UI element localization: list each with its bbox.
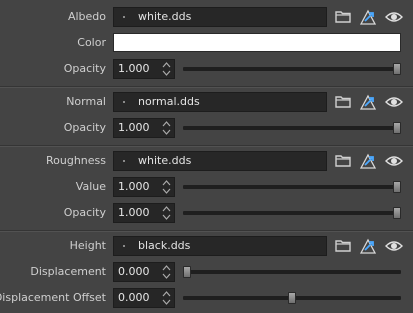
- displacement-offset-label: Displacement Offset: [0, 291, 106, 304]
- reload-icon[interactable]: [358, 151, 378, 171]
- spin-up-icon[interactable]: [162, 264, 171, 272]
- value-label: Value: [75, 180, 106, 193]
- folder-icon[interactable]: [333, 92, 353, 112]
- opacity-spinbox[interactable]: 1.000: [113, 118, 175, 138]
- spin-down-icon[interactable]: [162, 272, 171, 280]
- albedo-file-name: white.dds: [138, 10, 192, 23]
- albedo-label: Albedo: [67, 10, 106, 23]
- albedo-file-field[interactable]: white.dds: [113, 7, 327, 27]
- height-file-name: black.dds: [138, 239, 191, 252]
- displacement-label: Displacement: [30, 265, 106, 278]
- height-label: Height: [69, 239, 106, 252]
- roughness-label: Roughness: [45, 154, 106, 167]
- height-file-field[interactable]: black.dds: [113, 236, 327, 256]
- spin-up-icon[interactable]: [162, 290, 171, 298]
- height-row: Height black.dds: [0, 235, 413, 257]
- slider-thumb[interactable]: [393, 181, 401, 193]
- value-spinbox[interactable]: 1.000: [113, 177, 175, 197]
- spin-down-icon[interactable]: [162, 187, 171, 195]
- spin-down-icon[interactable]: [162, 298, 171, 306]
- reload-icon[interactable]: [358, 7, 378, 27]
- slider-thumb[interactable]: [288, 292, 296, 304]
- normal-file-name: normal.dds: [138, 95, 200, 108]
- slider-thumb[interactable]: [393, 63, 401, 75]
- normal-label: Normal: [66, 95, 106, 108]
- eye-icon[interactable]: [384, 92, 404, 112]
- albedo-opacity-row: Opacity 1.000: [0, 58, 413, 80]
- normal-file-field[interactable]: normal.dds: [113, 92, 327, 112]
- roughness-opacity-row: Opacity 1.000: [0, 202, 413, 224]
- opacity-value: 1.000: [118, 62, 150, 75]
- section-divider-highlight: [0, 146, 413, 147]
- spin-down-icon[interactable]: [162, 69, 171, 77]
- slider-thumb[interactable]: [393, 122, 401, 134]
- folder-icon[interactable]: [333, 236, 353, 256]
- roughness-row: Roughness white.dds: [0, 150, 413, 172]
- displacement-value: 0.000: [118, 265, 150, 278]
- opacity-label: Opacity: [63, 206, 106, 219]
- slider-thumb[interactable]: [393, 207, 401, 219]
- opacity-slider[interactable]: [183, 122, 401, 134]
- spin-up-icon[interactable]: [162, 120, 171, 128]
- spin-up-icon[interactable]: [162, 61, 171, 69]
- opacity-spinbox[interactable]: 1.000: [113, 59, 175, 79]
- normal-row: Normal normal.dds: [0, 91, 413, 113]
- opacity-slider[interactable]: [183, 207, 401, 219]
- displacement-row: Displacement 0.000: [0, 261, 413, 283]
- opacity-value: 1.000: [118, 121, 150, 134]
- displacement-offset-spinbox[interactable]: 0.000: [113, 288, 175, 308]
- file-dot-icon: [123, 160, 125, 162]
- opacity-spinbox[interactable]: 1.000: [113, 203, 175, 223]
- normal-opacity-row: Opacity 1.000: [0, 117, 413, 139]
- eye-icon[interactable]: [384, 236, 404, 256]
- opacity-value: 1.000: [118, 206, 150, 219]
- spin-up-icon[interactable]: [162, 179, 171, 187]
- displacement-offset-value: 0.000: [118, 291, 150, 304]
- spin-up-icon[interactable]: [162, 205, 171, 213]
- spin-down-icon[interactable]: [162, 213, 171, 221]
- folder-icon[interactable]: [333, 151, 353, 171]
- albedo-row: Albedo white.dds: [0, 6, 413, 28]
- section-divider-highlight: [0, 231, 413, 232]
- opacity-slider[interactable]: [183, 63, 401, 75]
- roughness-file-field[interactable]: white.dds: [113, 151, 327, 171]
- color-row: Color: [0, 32, 413, 54]
- color-label: Color: [77, 36, 106, 49]
- file-dot-icon: [123, 16, 125, 18]
- eye-icon[interactable]: [384, 151, 404, 171]
- section-divider-highlight: [0, 87, 413, 88]
- roughness-value-row: Value 1.000: [0, 176, 413, 198]
- opacity-label: Opacity: [63, 121, 106, 134]
- displacement-slider[interactable]: [183, 266, 401, 278]
- file-dot-icon: [123, 245, 125, 247]
- spin-down-icon[interactable]: [162, 128, 171, 136]
- displacement-spinbox[interactable]: 0.000: [113, 262, 175, 282]
- folder-icon[interactable]: [333, 7, 353, 27]
- value-value: 1.000: [118, 180, 150, 193]
- displacement-offset-slider[interactable]: [183, 292, 401, 304]
- reload-icon[interactable]: [358, 236, 378, 256]
- opacity-label: Opacity: [63, 62, 106, 75]
- color-swatch[interactable]: [113, 33, 401, 52]
- eye-icon[interactable]: [384, 7, 404, 27]
- slider-thumb[interactable]: [183, 266, 191, 278]
- value-slider[interactable]: [183, 181, 401, 193]
- file-dot-icon: [123, 101, 125, 103]
- displacement-offset-row: Displacement Offset 0.000: [0, 287, 413, 309]
- roughness-file-name: white.dds: [138, 154, 192, 167]
- reload-icon[interactable]: [358, 92, 378, 112]
